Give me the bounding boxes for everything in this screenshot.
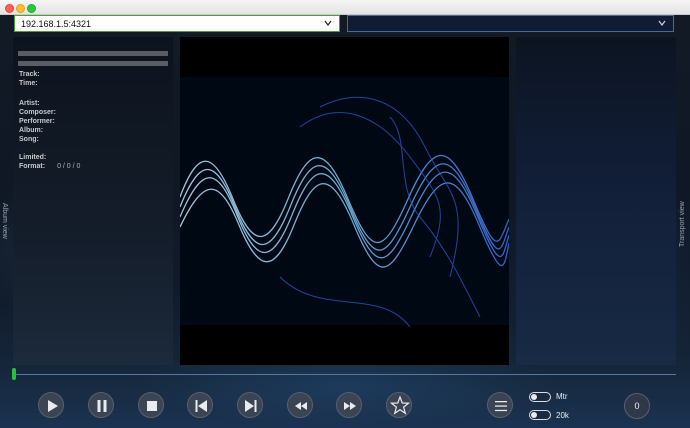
limited-field: Limited:	[19, 154, 47, 161]
favorite-button[interactable]	[386, 392, 412, 418]
transport-view-label[interactable]: Transport view	[679, 201, 686, 247]
menu-icon	[495, 401, 507, 412]
album-field: Album:	[19, 127, 44, 134]
stop-icon	[147, 401, 157, 411]
20k-label: 20k	[556, 411, 569, 420]
rewind-button[interactable]	[287, 392, 313, 418]
mtr-label: Mtr	[556, 392, 568, 401]
pause-button[interactable]	[88, 392, 114, 418]
counter-badge[interactable]: 0	[624, 393, 650, 419]
title-placeholder-bar	[18, 51, 168, 56]
transport-view-panel	[516, 37, 676, 365]
song-field: Song:	[19, 136, 39, 143]
next-track-icon	[245, 400, 257, 412]
player-window: 192.168.1.5:4321 Track: Time: Artist: Co…	[0, 15, 690, 428]
stop-button[interactable]	[138, 392, 164, 418]
20k-toggle[interactable]	[529, 410, 551, 420]
rewind-icon	[295, 402, 307, 410]
toggle-knob	[531, 394, 537, 400]
title-bar	[0, 0, 690, 15]
previous-track-icon	[195, 400, 207, 412]
pause-icon	[97, 400, 107, 412]
mtr-toggle[interactable]	[529, 392, 551, 402]
next-track-button[interactable]	[237, 392, 263, 418]
fast-forward-button[interactable]	[336, 392, 362, 418]
play-icon	[48, 400, 58, 412]
time-field: Time:	[19, 80, 38, 87]
play-button[interactable]	[38, 392, 64, 418]
waveform-art-icon	[179, 77, 510, 328]
format-field: Format: 0 / 0 / 0	[19, 163, 81, 170]
seek-handle[interactable]	[12, 368, 16, 380]
server-address-select[interactable]: 192.168.1.5:4321	[14, 15, 340, 32]
artist-field: Artist:	[19, 100, 40, 107]
fast-forward-icon	[344, 402, 356, 410]
minimize-window-button[interactable]	[16, 4, 25, 13]
zoom-window-button[interactable]	[27, 4, 36, 13]
playlist-menu-button[interactable]	[487, 392, 513, 418]
chevron-down-icon	[324, 20, 332, 26]
album-view-label[interactable]: Album view	[1, 203, 8, 239]
counter-value: 0	[634, 401, 640, 411]
star-icon	[389, 395, 411, 415]
album-info-panel: Track: Time: Artist: Composer: Performer…	[13, 37, 173, 365]
subtitle-placeholder-bar	[18, 61, 168, 66]
server-address-value: 192.168.1.5:4321	[21, 19, 92, 29]
close-window-button[interactable]	[5, 4, 14, 13]
toggle-knob	[531, 412, 537, 418]
track-field: Track:	[19, 71, 40, 78]
seek-bar[interactable]	[13, 374, 676, 375]
composer-field: Composer:	[19, 109, 56, 116]
album-art	[179, 37, 510, 365]
chevron-down-icon	[658, 20, 666, 26]
performer-field: Performer:	[19, 118, 55, 125]
secondary-select[interactable]	[347, 15, 674, 32]
previous-track-button[interactable]	[187, 392, 213, 418]
